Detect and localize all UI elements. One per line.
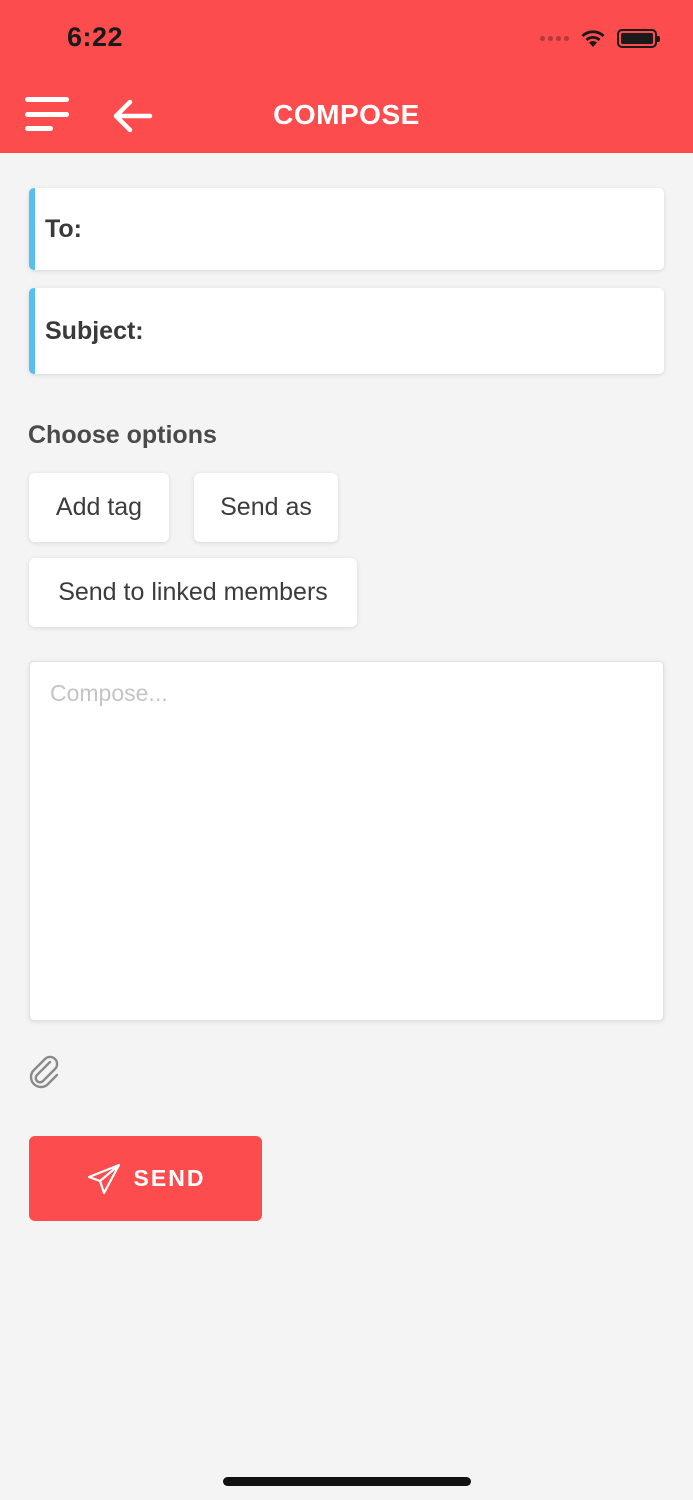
compose-input[interactable] bbox=[30, 662, 663, 1020]
options-heading: Choose options bbox=[28, 421, 217, 449]
status-icons bbox=[540, 24, 660, 52]
to-input[interactable] bbox=[82, 188, 664, 270]
to-field[interactable]: To: bbox=[29, 188, 664, 270]
subject-input[interactable] bbox=[143, 288, 664, 374]
compose-area bbox=[29, 661, 664, 1021]
compose-screen: 6:22 COMPOSE To: Subject: Choose options… bbox=[0, 0, 693, 1500]
paper-plane-icon bbox=[87, 1163, 120, 1194]
subject-label: Subject: bbox=[45, 316, 144, 345]
send-as-button[interactable]: Send as bbox=[194, 473, 338, 542]
to-label: To: bbox=[45, 214, 83, 243]
wifi-icon bbox=[581, 30, 605, 47]
battery-icon bbox=[617, 28, 660, 48]
attach-button[interactable] bbox=[28, 1054, 62, 1090]
send-button[interactable]: SEND bbox=[29, 1136, 262, 1221]
send-to-linked-members-button[interactable]: Send to linked members bbox=[29, 558, 357, 627]
paperclip-icon bbox=[29, 1055, 59, 1089]
add-tag-button[interactable]: Add tag bbox=[29, 473, 169, 542]
send-label: SEND bbox=[133, 1165, 206, 1191]
app-header: 6:22 COMPOSE bbox=[0, 0, 693, 153]
cellular-signal-icon bbox=[540, 35, 569, 41]
page-title: COMPOSE bbox=[273, 99, 420, 130]
subject-field[interactable]: Subject: bbox=[29, 288, 664, 374]
status-time: 6:22 bbox=[67, 22, 124, 52]
home-indicator bbox=[223, 1477, 471, 1486]
